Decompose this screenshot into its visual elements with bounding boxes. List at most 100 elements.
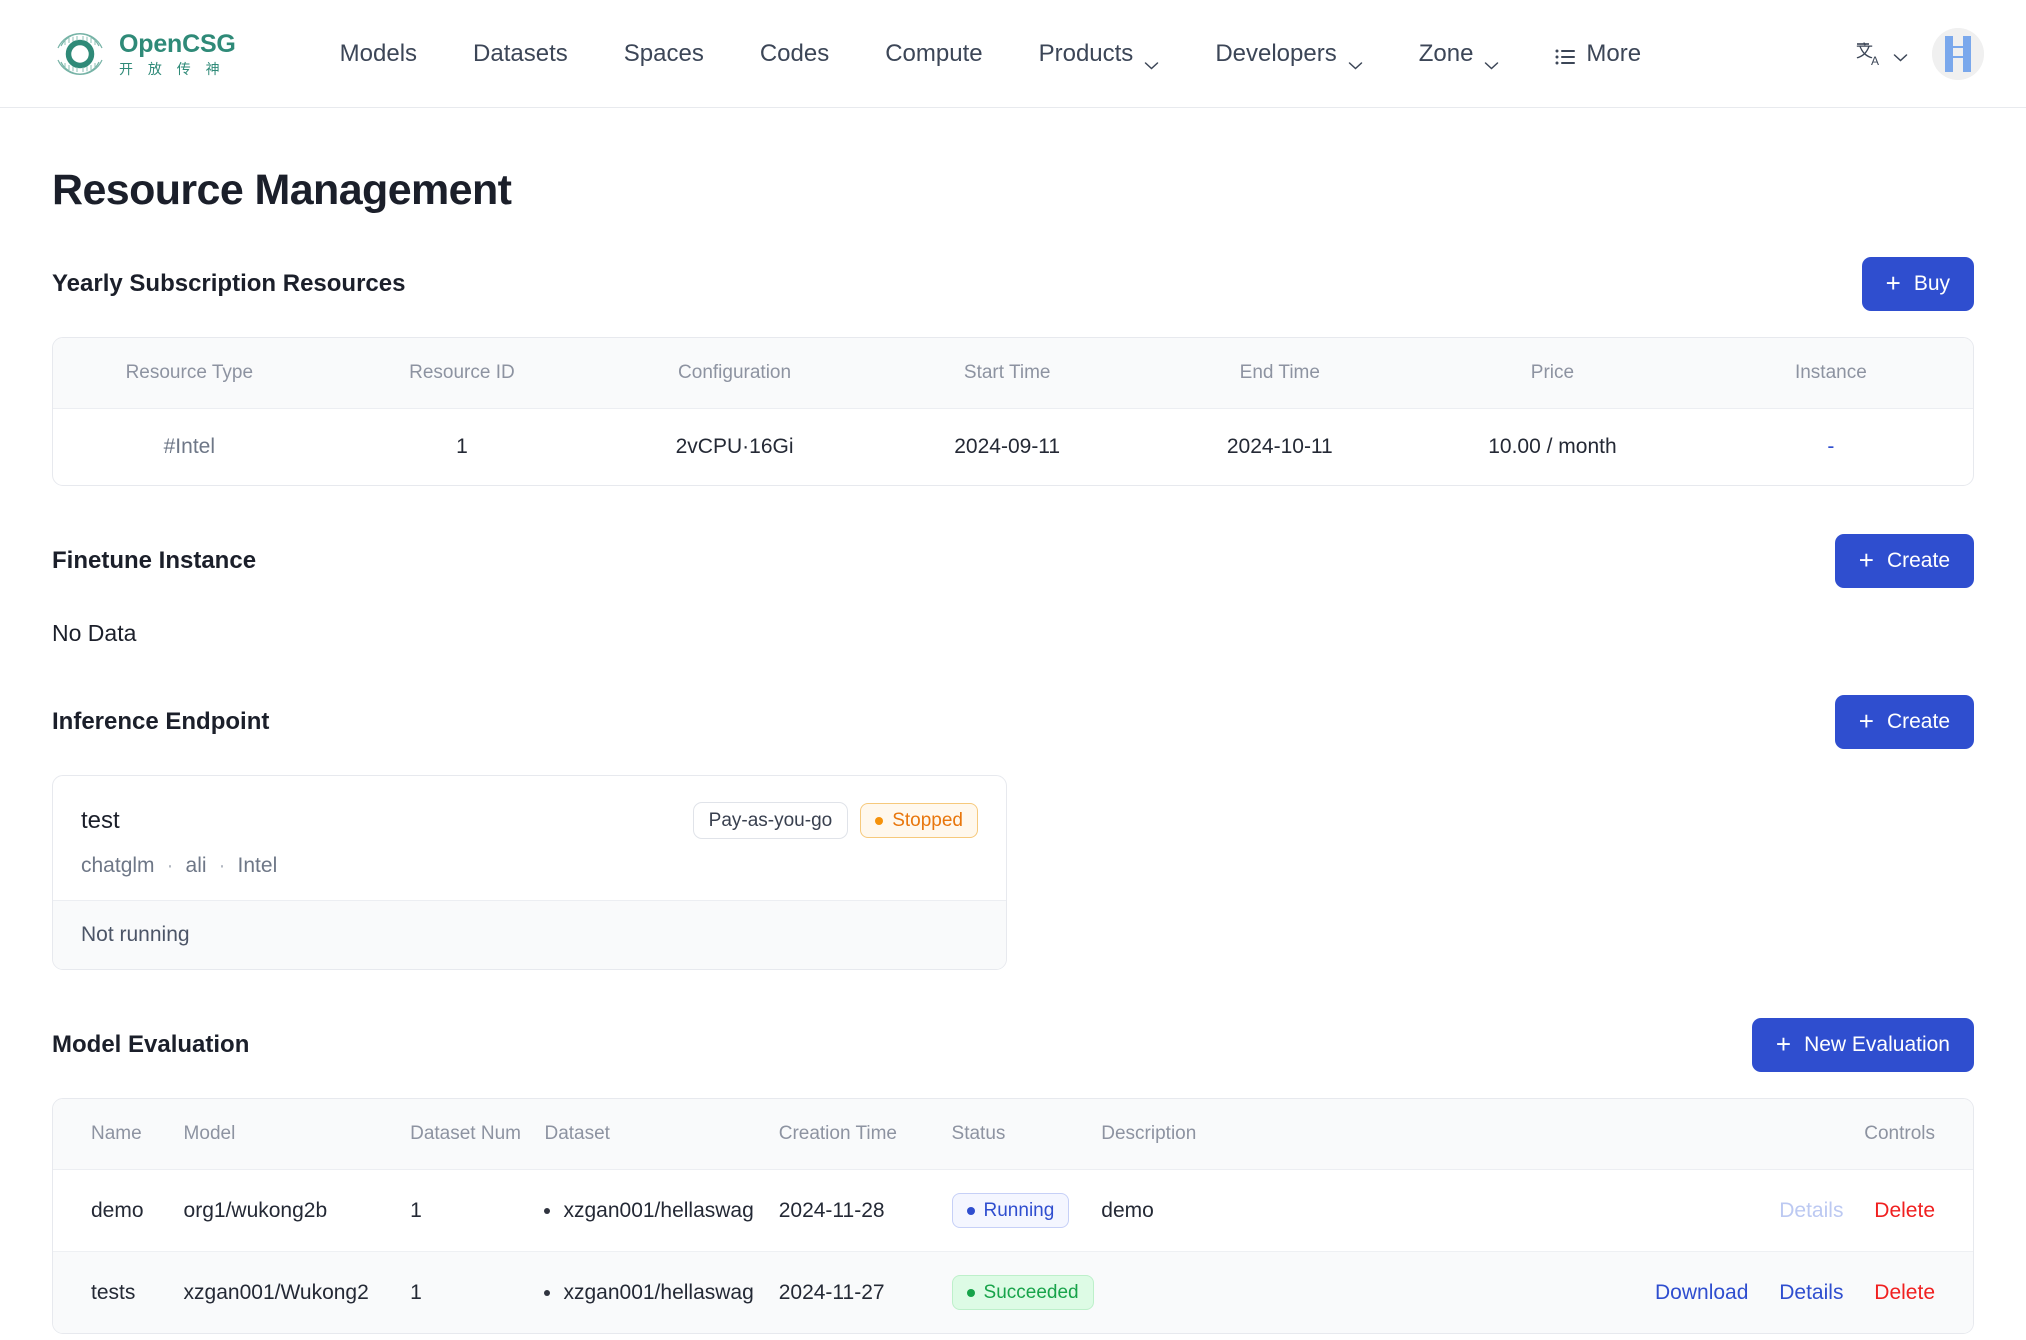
finetune-section-header: Finetune Instance + Create <box>52 534 1974 588</box>
nav-label: Spaces <box>624 40 704 68</box>
evaluation-section-header: Model Evaluation + New Evaluation <box>52 1018 1974 1072</box>
cell-dataset: xzgan001/hellaswag <box>544 1170 778 1252</box>
site-header: OpenCSG 开 放 传 神 Models Datasets Spaces C… <box>0 0 2026 108</box>
language-switcher[interactable]: 文 A <box>1854 36 1910 72</box>
nav-item-more[interactable]: More <box>1527 24 1669 84</box>
cell-description <box>1101 1252 1427 1334</box>
finetune-create-label: Create <box>1887 549 1950 573</box>
cell-controls: Details Delete <box>1428 1170 1973 1252</box>
endpoint-header-row: test Pay-as-you-go Stopped <box>81 802 978 839</box>
cell-configuration: 2vCPU·16Gi <box>598 409 871 486</box>
logo-text-en: OpenCSG <box>119 32 236 57</box>
meta-separator: · <box>219 854 226 878</box>
endpoint-meta: chatglm · ali · Intel <box>81 854 978 878</box>
cell-price: 10.00 / month <box>1416 409 1689 486</box>
finetune-create-button[interactable]: + Create <box>1835 534 1974 588</box>
nav-label: Zone <box>1419 40 1474 68</box>
endpoint-meta-hardware: Intel <box>238 854 278 878</box>
inference-create-button[interactable]: + Create <box>1835 695 1974 749</box>
nav-item-codes[interactable]: Codes <box>732 24 857 84</box>
download-link[interactable]: Download <box>1655 1281 1748 1305</box>
cell-controls: Download Details Delete <box>1428 1252 1973 1334</box>
nav-item-zone[interactable]: Zone <box>1391 24 1528 84</box>
nav-label: Developers <box>1215 40 1336 68</box>
cell-description: demo <box>1101 1170 1427 1252</box>
nav-label: More <box>1586 40 1641 68</box>
nav-item-models[interactable]: Models <box>312 24 445 84</box>
plus-icon: + <box>1776 1031 1791 1057</box>
nav-item-compute[interactable]: Compute <box>857 24 1010 84</box>
logo[interactable]: OpenCSG 开 放 传 神 <box>52 26 236 82</box>
nav-label: Compute <box>885 40 982 68</box>
status-badge-label: Running <box>984 1201 1055 1220</box>
cell-status: Succeeded <box>952 1252 1102 1334</box>
column-controls: Controls <box>1428 1099 1973 1170</box>
finetune-empty-state: No Data <box>52 620 1974 647</box>
column-dataset: Dataset <box>544 1099 778 1170</box>
table-row: demo org1/wukong2b 1 xzgan001/hellaswag … <box>53 1170 1973 1252</box>
cell-creation-time: 2024-11-28 <box>779 1170 952 1252</box>
column-dataset-num: Dataset Num <box>410 1099 544 1170</box>
cell-creation-time: 2024-11-27 <box>779 1252 952 1334</box>
endpoint-name: test <box>81 807 120 835</box>
buy-button-label: Buy <box>1914 272 1950 296</box>
column-name: Name <box>53 1099 184 1170</box>
billing-tag: Pay-as-you-go <box>693 802 849 839</box>
endpoint-tags: Pay-as-you-go Stopped <box>693 802 978 839</box>
cell-status: Running <box>952 1170 1102 1252</box>
chevron-down-icon <box>1893 49 1908 58</box>
logo-text-cn: 开 放 传 神 <box>119 62 236 76</box>
chevron-down-icon <box>1484 49 1499 58</box>
column-status: Status <box>952 1099 1102 1170</box>
cell-dataset-num: 1 <box>410 1252 544 1334</box>
table-header-row: Name Model Dataset Num Dataset Creation … <box>53 1099 1973 1170</box>
subscription-section-header: Yearly Subscription Resources + Buy <box>52 257 1974 311</box>
svg-text:A: A <box>1871 54 1879 68</box>
status-badge-label: Stopped <box>892 811 963 830</box>
delete-link[interactable]: Delete <box>1874 1199 1935 1223</box>
nav-label: Codes <box>760 40 829 68</box>
column-price: Price <box>1416 338 1689 409</box>
new-evaluation-button[interactable]: + New Evaluation <box>1752 1018 1974 1072</box>
nav-item-products[interactable]: Products <box>1011 24 1188 84</box>
subscription-title: Yearly Subscription Resources <box>52 270 405 298</box>
plus-icon: + <box>1886 270 1901 296</box>
details-link[interactable]: Details <box>1779 1281 1843 1305</box>
opencsg-logo-icon <box>52 26 108 82</box>
nav-item-spaces[interactable]: Spaces <box>596 24 732 84</box>
main-nav: Models Datasets Spaces Codes Compute Pro… <box>312 24 1669 84</box>
table-header-row: Resource Type Resource ID Configuration … <box>53 338 1973 409</box>
evaluation-table: Name Model Dataset Num Dataset Creation … <box>52 1098 1974 1334</box>
dataset-name: xzgan001/hellaswag <box>563 1281 753 1305</box>
status-dot-icon <box>967 1207 975 1215</box>
status-badge-label: Succeeded <box>984 1283 1079 1302</box>
endpoint-card-body: test Pay-as-you-go Stopped chatglm · ali… <box>53 776 1006 900</box>
column-resource-id: Resource ID <box>326 338 599 409</box>
new-evaluation-label: New Evaluation <box>1804 1033 1950 1057</box>
meta-separator: · <box>167 854 174 878</box>
column-model: Model <box>184 1099 411 1170</box>
chevron-down-icon <box>1144 49 1159 58</box>
delete-link[interactable]: Delete <box>1874 1281 1935 1305</box>
status-dot-icon <box>967 1289 975 1297</box>
column-instance: Instance <box>1689 338 1973 409</box>
dataset-name: xzgan001/hellaswag <box>563 1199 753 1223</box>
table-row: #Intel 1 2vCPU·16Gi 2024-09-11 2024-10-1… <box>53 409 1973 486</box>
cell-model: xzgan001/Wukong2 <box>184 1252 411 1334</box>
table-row: tests xzgan001/Wukong2 1 xzgan001/hellas… <box>53 1252 1973 1334</box>
inference-section-header: Inference Endpoint + Create <box>52 695 1974 749</box>
cell-instance: - <box>1689 409 1973 486</box>
header-actions: 文 A <box>1854 28 1984 80</box>
cell-start-time: 2024-09-11 <box>871 409 1144 486</box>
buy-button[interactable]: + Buy <box>1862 257 1974 311</box>
cell-resource-id: 1 <box>326 409 599 486</box>
nav-item-datasets[interactable]: Datasets <box>445 24 596 84</box>
cell-resource-type: #Intel <box>53 409 326 486</box>
status-badge: Succeeded <box>952 1275 1094 1310</box>
avatar[interactable] <box>1932 28 1984 80</box>
column-configuration: Configuration <box>598 338 871 409</box>
bullet-icon <box>544 1208 550 1214</box>
nav-item-developers[interactable]: Developers <box>1187 24 1390 84</box>
endpoint-card[interactable]: test Pay-as-you-go Stopped chatglm · ali… <box>52 775 1007 970</box>
nav-label: Datasets <box>473 40 568 68</box>
